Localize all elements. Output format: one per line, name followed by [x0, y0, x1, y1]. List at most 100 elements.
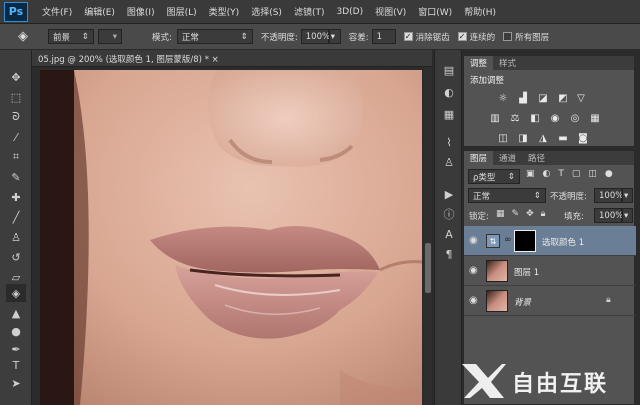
fill-source-select[interactable]: 前景 ⇕ [48, 29, 94, 44]
pattern-picker[interactable]: ▾ [98, 29, 122, 44]
menu-view[interactable]: 视图(V) [375, 5, 406, 18]
menu-window[interactable]: 窗口(W) [418, 5, 452, 18]
blend-mode-select[interactable]: 正常 ⇕ [468, 188, 546, 203]
eyedropper-tool-icon[interactable]: ✎ [6, 168, 26, 186]
swatches-panel-icon[interactable]: ▦ [440, 106, 458, 122]
brush-tool-icon[interactable]: ╱ [6, 208, 26, 226]
layer-kind-filter[interactable]: ρ类型 ⇕ [468, 169, 520, 184]
history-brush-tool-icon[interactable]: ↺ [6, 248, 26, 266]
posterize-icon[interactable]: ◨ [516, 132, 530, 144]
type-filter-icon[interactable]: T [558, 169, 564, 179]
layer-row-background[interactable]: ◉ 背景 🔒︎ [464, 286, 636, 316]
tab-paths[interactable]: 路径 [522, 151, 551, 165]
mode-select[interactable]: 正常 ⇕ [176, 29, 253, 44]
brush-panel-icon[interactable]: ⌇ [440, 134, 458, 150]
document-tab[interactable]: 05.jpg @ 200% (选取颜色 1, 图层蒙版/8) * × [32, 50, 432, 67]
character-panel-icon[interactable]: A [440, 226, 458, 242]
tab-channels[interactable]: 通道 [493, 151, 522, 165]
exposure-icon[interactable]: ◩ [556, 92, 570, 104]
quick-select-tool-icon[interactable]: ⁄ [6, 128, 26, 146]
history-panel-icon[interactable]: ▤ [440, 62, 458, 78]
menu-edit[interactable]: 编辑(E) [84, 5, 115, 18]
hue-saturation-icon[interactable]: ▥ [488, 112, 502, 124]
check-icon: ✓ [403, 31, 413, 41]
invert-icon[interactable]: ◫ [496, 132, 510, 144]
layer-name[interactable]: 背景 [514, 296, 531, 308]
paint-bucket-tool-icon[interactable]: ◈ [6, 284, 26, 302]
visibility-eye-icon[interactable]: ◉ [469, 236, 481, 246]
menu-image[interactable]: 图像(I) [127, 5, 155, 18]
menu-file[interactable]: 文件(F) [42, 5, 72, 18]
opacity-input[interactable]: 100% [300, 29, 330, 44]
visibility-eye-icon[interactable]: ◉ [469, 296, 481, 306]
menu-type[interactable]: 类型(Y) [209, 5, 240, 18]
paint-bucket-tool-preset-icon[interactable]: ◈ [8, 27, 38, 47]
adjustment-filter-icon[interactable]: ◐ [543, 169, 551, 179]
lock-transparent-icon[interactable]: ▦ [496, 209, 505, 219]
curves-icon[interactable]: ◪ [536, 92, 550, 104]
actions-panel-icon[interactable]: ▶ [440, 186, 458, 202]
all-layers-checkbox[interactable]: 所有图层 [503, 31, 549, 43]
photo-filter-icon[interactable]: ◉ [548, 112, 562, 124]
contiguous-checkbox[interactable]: ✓ 连续的 [457, 31, 495, 43]
watermark: 自由互联 [440, 356, 640, 405]
layer-row-layer-1[interactable]: ◉ 图层 1 [464, 256, 636, 286]
visibility-eye-icon[interactable]: ◉ [469, 266, 481, 276]
close-tab-button[interactable]: × [212, 55, 219, 65]
gradient-map-icon[interactable]: ▬ [556, 132, 570, 144]
levels-icon[interactable]: ▟ [516, 92, 530, 104]
dodge-tool-icon[interactable]: ● [6, 322, 26, 340]
antialias-checkbox[interactable]: ✓ 消除锯齿 [403, 31, 450, 43]
shape-filter-icon[interactable]: ▢ [572, 169, 581, 179]
lasso-tool-icon[interactable]: ᘐ [6, 108, 26, 126]
smart-object-filter-icon[interactable]: ◫ [588, 169, 597, 179]
menu-select[interactable]: 选择(S) [251, 5, 282, 18]
lock-all-icon[interactable]: 🔒︎ [541, 209, 546, 219]
channel-mixer-icon[interactable]: ◎ [568, 112, 582, 124]
tab-layers[interactable]: 图层 [464, 151, 494, 165]
color-lookup-icon[interactable]: ▦ [588, 112, 602, 124]
tab-styles[interactable]: 样式 [493, 56, 522, 70]
type-tool-icon[interactable]: T [6, 356, 26, 374]
fill-dropdown[interactable]: ▾ [622, 208, 633, 223]
menu-filter[interactable]: 滤镜(T) [294, 5, 325, 18]
fill-input[interactable]: 100% [594, 208, 623, 223]
document-canvas[interactable] [40, 70, 422, 405]
menu-3d[interactable]: 3D(D) [336, 7, 363, 17]
move-tool-icon[interactable]: ✥ [6, 68, 26, 86]
layer-name[interactable]: 选取颜色 1 [542, 236, 584, 248]
blur-tool-icon[interactable]: ▲ [6, 304, 26, 322]
layer-name[interactable]: 图层 1 [514, 266, 539, 278]
mask-link-icon[interactable]: ∞ [504, 235, 512, 245]
vibrance-icon[interactable]: ▽ [574, 92, 588, 104]
selective-color-icon[interactable]: ◙ [576, 132, 590, 144]
clone-source-panel-icon[interactable]: ♙ [440, 154, 458, 170]
filter-toggle-icon[interactable]: ● [605, 169, 613, 179]
healing-brush-tool-icon[interactable]: ✚ [6, 188, 26, 206]
vertical-scrollbar[interactable] [424, 67, 432, 405]
layer-row-selective-color[interactable]: ◉ ⇅ ∞ 选取颜色 1 [464, 226, 636, 256]
black-white-icon[interactable]: ◧ [528, 112, 542, 124]
layer-opacity-input[interactable]: 100% [594, 188, 623, 203]
tab-adjustments[interactable]: 调整 [464, 56, 494, 70]
path-selection-tool-icon[interactable]: ➤ [6, 374, 26, 392]
paragraph-panel-icon[interactable]: ¶ [440, 246, 458, 262]
layer-mask-thumbnail[interactable] [514, 230, 536, 252]
layer-opacity-dropdown[interactable]: ▾ [622, 188, 633, 203]
threshold-icon[interactable]: ◮ [536, 132, 550, 144]
info-panel-icon[interactable]: ⓘ [440, 206, 458, 222]
brightness-icon[interactable]: ☼ [496, 92, 510, 104]
menu-layer[interactable]: 图层(L) [167, 5, 197, 18]
clone-stamp-tool-icon[interactable]: ♙ [6, 228, 26, 246]
lock-position-icon[interactable]: ✥ [526, 209, 534, 219]
pixel-filter-icon[interactable]: ▣ [526, 169, 535, 179]
marquee-tool-icon[interactable]: ⬚ [6, 88, 26, 106]
lock-image-icon[interactable]: ✎ [512, 209, 520, 219]
color-panel-icon[interactable]: ◐ [440, 84, 458, 100]
tolerance-input[interactable]: 1 [371, 29, 396, 44]
crop-tool-icon[interactable]: ⌗ [6, 148, 26, 166]
opacity-dropdown[interactable]: ▾ [328, 29, 341, 44]
color-balance-icon[interactable]: ⚖ [508, 112, 522, 124]
menu-help[interactable]: 帮助(H) [464, 5, 496, 18]
scrollbar-thumb[interactable] [425, 243, 431, 293]
